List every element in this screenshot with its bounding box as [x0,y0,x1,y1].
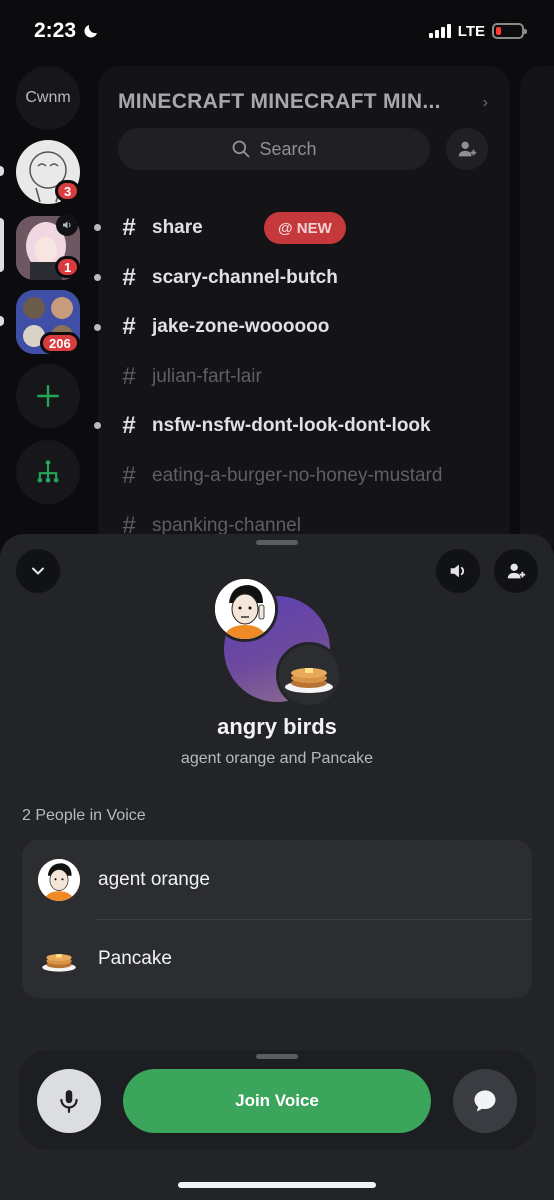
channel-eating-a-burger[interactable]: # eating-a-burger-no-honey-mustard [118,456,442,496]
hash-icon: # [122,363,136,390]
channel-name: julian-fart-lair [152,366,262,387]
voice-action-tray: Join Voice [18,1050,536,1150]
server-badge: 206 [40,332,80,354]
discover-button[interactable] [16,440,80,504]
search-placeholder: Search [259,138,317,159]
channel-nsfw[interactable]: # nsfw-nsfw-dont-look-dont-look [118,406,431,446]
channel-julian-fart-lair[interactable]: # julian-fart-lair [118,357,262,397]
add-member-icon [458,141,477,157]
server-name[interactable]: MINECRAFT MINECRAFT MIN... [118,90,441,114]
search-icon [233,140,250,158]
avatar-agent-orange [212,576,278,642]
server-rail: Cwnm 3 1 206 [0,62,96,542]
unread-indicator [94,422,101,429]
avatar [38,937,80,980]
network-type: LTE [457,22,485,40]
channel-scary-channel-butch[interactable]: # scary-channel-butch [118,258,338,298]
sheet-grabber[interactable] [256,540,298,545]
hash-icon: # [122,264,136,291]
collapse-button[interactable] [16,549,60,593]
channel-name: eating-a-burger-no-honey-mustard [152,465,443,486]
home-indicator[interactable] [178,1182,376,1188]
chevron-right-icon[interactable]: › [483,94,488,112]
discover-icon [37,460,59,483]
chat-button[interactable] [453,1069,517,1133]
signal-icon [428,24,451,38]
channel-name: jake-zone-woooooo [152,316,330,337]
voice-people-list: agent orange Pancake [22,840,532,998]
server-badge: 3 [55,180,81,202]
voice-sheet: angry birds agent orange and Pancake 2 P… [0,534,554,1200]
avatar [38,858,80,901]
server-selected-pill [0,218,4,272]
chat-bubble-icon [474,1090,496,1112]
channel-panel: MINECRAFT MINECRAFT MIN... › Search # sh… [94,66,510,546]
group-avatar [212,576,344,708]
search-bar[interactable]: Search [118,128,430,170]
clock: 2:23 [34,19,77,42]
microphone-icon [60,1090,78,1113]
server-unread-pill [0,316,4,326]
join-voice-button[interactable]: Join Voice [123,1069,431,1133]
agent-orange-avatar-art [215,579,275,639]
new-mention-badge[interactable]: @ NEW [264,212,346,244]
agent-orange-avatar-art [38,858,80,901]
unread-indicator [94,324,101,331]
add-server-button[interactable] [16,364,80,428]
member-panel-peek [520,66,554,546]
server-text-icon[interactable]: Cwnm [16,66,80,130]
pancake-avatar-art [279,645,339,705]
channel-name: share [152,217,203,238]
moon-icon [84,25,98,38]
hash-icon: # [122,313,136,340]
channel-name: nsfw-nsfw-dont-look-dont-look [152,415,431,436]
status-bar: 2:23 LTE [0,0,554,62]
status-indicators: LTE [428,22,527,40]
server-badge: 1 [55,256,81,278]
status-time: 2:23 [34,19,100,43]
tray-grabber[interactable] [256,1054,298,1059]
unread-indicator [94,274,101,281]
person-name: agent orange [98,868,210,890]
add-member-icon [507,563,526,579]
channel-share[interactable]: # share [118,208,203,248]
pancake-avatar-art [42,953,76,972]
voice-group-members: agent orange and Pancake [180,750,374,767]
channel-jake-zone[interactable]: # jake-zone-woooooo [118,307,329,347]
channel-name: scary-channel-butch [152,267,338,288]
speaker-icon [63,221,71,229]
avatar-pancake [276,642,342,708]
unread-indicator [94,224,101,231]
hash-icon: # [122,214,136,241]
people-in-voice-count: 2 People in Voice [22,807,146,824]
list-item[interactable]: Pancake [22,919,532,998]
speaker-button[interactable] [436,549,480,593]
list-item[interactable]: agent orange [22,840,532,919]
server-voice-indicator [56,214,78,236]
person-name: Pancake [98,947,172,969]
speaker-icon [450,564,465,578]
hash-icon: # [122,462,136,489]
battery-icon [492,23,527,39]
nsfw-hash-icon: # [122,412,136,439]
plus-icon [37,385,59,407]
chevron-down-icon [32,567,44,575]
invite-member-button[interactable] [446,128,488,170]
voice-group-name: angry birds [217,714,337,739]
microphone-button[interactable] [37,1069,101,1133]
server-unread-pill [0,166,4,176]
invite-to-voice-button[interactable] [494,549,538,593]
